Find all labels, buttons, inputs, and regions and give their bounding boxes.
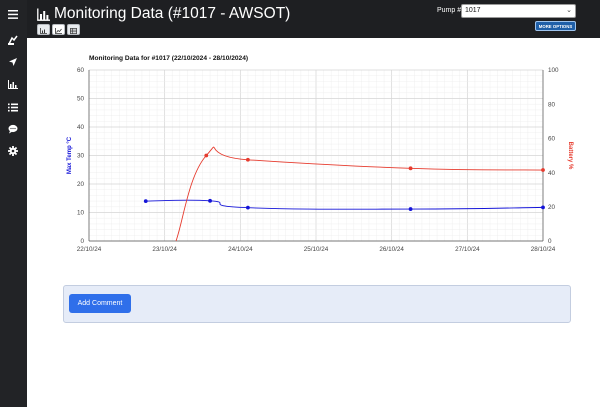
y-tick-label-right: 0 (548, 238, 552, 245)
x-tick-label: 26/10/24 (379, 246, 404, 253)
fuel-pump-icon[interactable] (6, 33, 20, 47)
data-point-battery[interactable] (408, 166, 413, 171)
y-tick-label-left: 40 (77, 124, 85, 131)
y-tick-label-left: 0 (80, 238, 84, 245)
data-point-max-temp[interactable] (246, 205, 250, 210)
comment-panel: Add Comment (63, 285, 571, 323)
grid-icon (70, 21, 77, 39)
table-icon (40, 21, 47, 39)
data-point-battery[interactable] (246, 157, 250, 162)
bar-chart-icon[interactable] (6, 77, 20, 91)
page-title-text: Monitoring Data (#1017 - AWSOT) (54, 5, 291, 22)
chevron-down-icon: ⌄ (566, 7, 572, 14)
chart-axes: 22/10/24 23/10/24 24/10/24 25/10/24 26/10/24… (77, 67, 559, 253)
send-icon[interactable] (6, 55, 20, 69)
y-tick-label-right: 40 (548, 170, 556, 177)
y-tick-label-left: 30 (77, 153, 85, 160)
y-axis-label-right: Battery % (567, 142, 573, 170)
grid-view-tab[interactable] (67, 24, 80, 35)
menu-icon[interactable] (6, 7, 20, 21)
view-tabs (37, 24, 80, 35)
y-tick-label-left: 50 (77, 96, 85, 103)
data-point-battery[interactable] (204, 153, 209, 158)
bar-chart-icon (37, 8, 50, 21)
gear-icon[interactable] (6, 144, 20, 158)
x-tick-label: 27/10/24 (455, 246, 480, 253)
y-tick-label-right: 60 (548, 136, 556, 143)
y-tick-label-right: 80 (548, 101, 556, 108)
pump-select[interactable]: 1017 ⌄ (461, 4, 576, 18)
x-tick-label: 24/10/24 (228, 246, 253, 253)
y-tick-label-right: 20 (548, 204, 556, 211)
y-tick-label-left: 20 (77, 181, 85, 188)
y-tick-label-left: 60 (77, 67, 85, 74)
line-chart-icon (55, 21, 62, 39)
data-point-max-temp[interactable] (143, 199, 148, 204)
data-point-max-temp[interactable] (408, 207, 413, 211)
pump-label: Pump #: (437, 7, 464, 14)
add-comment-button[interactable]: Add Comment (69, 294, 131, 313)
line-chart-view-tab[interactable] (52, 24, 65, 35)
y-tick-label-left: 10 (77, 210, 85, 217)
chat-icon[interactable] (6, 122, 20, 136)
x-tick-label: 25/10/24 (304, 246, 329, 253)
chart-title: Monitoring Data for #1017 (22/10/2024 - … (89, 55, 248, 62)
sidebar (0, 0, 27, 407)
more-options-button[interactable]: MORE OPTIONS (535, 21, 576, 31)
pump-select-value: 1017 (465, 7, 481, 14)
list-icon[interactable] (6, 100, 20, 114)
y-axis-label-left: Max Temp °C (67, 136, 73, 174)
table-view-tab[interactable] (37, 24, 50, 35)
monitoring-chart: Monitoring Data for #1017 (22/10/2024 - … (67, 55, 573, 253)
series-line-max-temp (145, 199, 543, 210)
data-point-max-temp[interactable] (208, 198, 212, 203)
data-point-max-temp[interactable] (541, 205, 545, 210)
x-tick-label: 28/10/24 (531, 246, 556, 253)
app-window: Monitoring Data (#1017 - AWSOT) Pump #: … (0, 0, 600, 407)
x-tick-label: 22/10/24 (77, 246, 102, 253)
y-tick-label-right: 100 (548, 67, 559, 74)
data-point-battery[interactable] (541, 168, 545, 172)
x-tick-label: 23/10/24 (152, 246, 177, 253)
chart-grid (88, 69, 544, 242)
